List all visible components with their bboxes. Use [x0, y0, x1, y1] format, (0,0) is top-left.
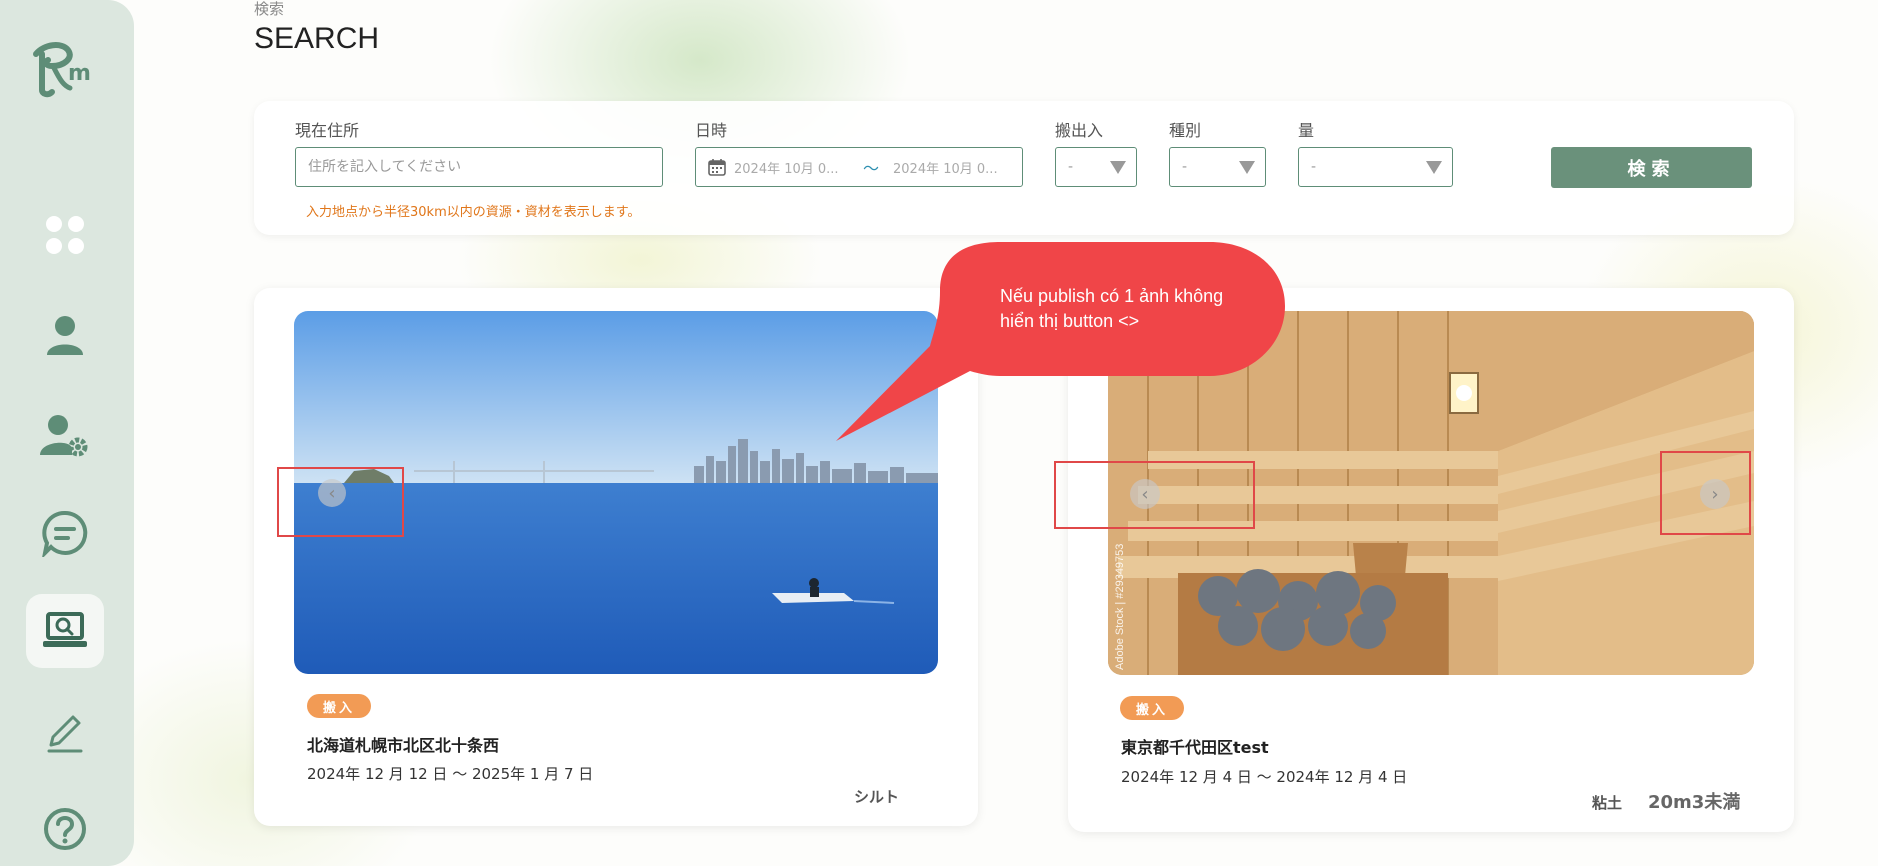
sidebar: m [0, 0, 134, 866]
address-input[interactable] [308, 159, 662, 175]
sidebar-item-dashboard[interactable] [26, 198, 104, 272]
laptop-search-icon [42, 611, 88, 651]
annotation-text: Nếu publish có 1 ảnh không hiển thị butt… [1000, 286, 1224, 331]
date-label: 日時 [695, 121, 728, 140]
card-2-kind: 粘土 [1592, 794, 1623, 812]
chevron-down-icon [1239, 161, 1255, 174]
help-icon [42, 806, 88, 852]
page-title: SEARCH [254, 22, 380, 55]
search-button[interactable]: 検索 [1551, 147, 1752, 188]
inout-select[interactable]: - [1055, 147, 1137, 187]
card-1-title: 北海道札幌市北区北十条西 [307, 736, 500, 755]
sidebar-item-help[interactable] [26, 792, 104, 866]
user-icon [43, 313, 87, 357]
user-gear-icon [40, 413, 90, 457]
inout-label: 搬出入 [1055, 121, 1104, 140]
qty-label: 量 [1298, 121, 1315, 140]
sidebar-item-edit[interactable] [26, 696, 104, 770]
pen-icon [43, 711, 87, 755]
date-separator: 〜 [863, 159, 880, 178]
address-field[interactable] [295, 147, 663, 187]
sidebar-item-profile[interactable] [26, 298, 104, 372]
kind-value: - [1182, 159, 1188, 175]
grid-icon [43, 213, 87, 257]
date-to[interactable]: 2024年 10月 0... [893, 158, 998, 177]
date-from[interactable]: 2024年 10月 0... [734, 158, 859, 177]
qty-value: - [1311, 159, 1317, 175]
sidebar-item-user-settings[interactable] [26, 398, 104, 472]
calendar-icon [708, 158, 726, 176]
card-1-tag: 搬入 [307, 694, 371, 718]
card-2-qty: 20m3未満 [1648, 792, 1741, 813]
chevron-down-icon [1110, 161, 1126, 174]
sidebar-item-search[interactable] [26, 594, 104, 668]
card-2-title: 東京都千代田区test [1121, 738, 1269, 757]
card-2-date: 2024年 12 月 4 日 〜 2024年 12 月 4 日 [1121, 768, 1408, 786]
app-logo[interactable]: m [30, 40, 102, 100]
inout-value: - [1068, 159, 1074, 175]
address-label: 現在住所 [295, 121, 360, 140]
chevron-down-icon [1426, 161, 1442, 174]
kind-select[interactable]: - [1169, 147, 1266, 187]
page-subtitle: 検索 [254, 0, 285, 18]
sidebar-item-chat[interactable] [26, 496, 104, 570]
card-2-watermark: Adobe Stock | #29349753 [1114, 543, 1126, 670]
annotation-box-card-1-prev [277, 467, 404, 537]
date-range-picker[interactable]: 2024年 10月 0... 〜 2024年 10月 0... [695, 147, 1023, 187]
annotation-callout [836, 242, 1285, 441]
kind-label: 種別 [1169, 121, 1202, 140]
card-1-kind: シルト [854, 788, 900, 806]
card-2-tag: 搬入 [1120, 696, 1184, 720]
qty-select[interactable]: - [1298, 147, 1453, 187]
address-hint: 入力地点から半径30km以内の資源・資材を表示します。 [306, 205, 641, 220]
svg-text:m: m [68, 61, 91, 86]
annotation-box-card-2-next [1660, 451, 1751, 535]
chat-icon [41, 509, 89, 557]
annotation-box-card-2-prev [1054, 461, 1255, 529]
card-1-date: 2024年 12 月 12 日 〜 2025年 1 月 7 日 [307, 765, 594, 783]
